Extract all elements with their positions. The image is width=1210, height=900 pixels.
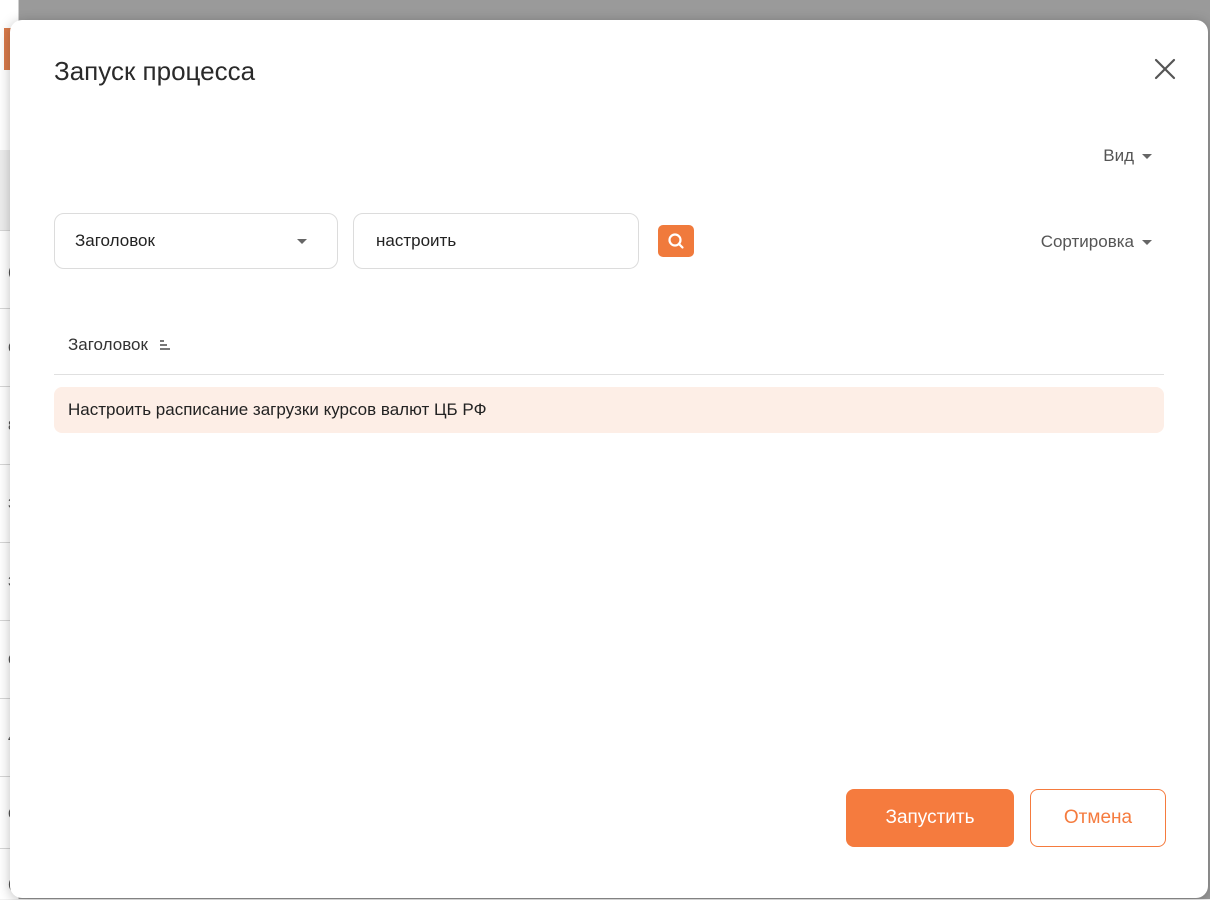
- table-header[interactable]: Заголовок: [54, 316, 1164, 375]
- search-field-value: Заголовок: [75, 231, 155, 250]
- sort-menu-label: Сортировка: [1040, 232, 1134, 251]
- close-button[interactable]: [1150, 54, 1180, 84]
- dialog-title: Запуск процесса: [54, 56, 256, 86]
- view-menu-label: Вид: [1103, 146, 1134, 165]
- process-table: Заголовок Настроить расписание загрузки …: [54, 316, 1164, 433]
- cancel-button[interactable]: Отмена: [1030, 789, 1166, 847]
- search-input[interactable]: [353, 213, 639, 269]
- view-menu[interactable]: Вид: [1103, 146, 1152, 166]
- close-icon: [1154, 58, 1176, 80]
- table-row[interactable]: Настроить расписание загрузки курсов вал…: [54, 387, 1164, 433]
- column-header-title: Заголовок: [68, 335, 148, 354]
- sort-ascending-icon[interactable]: [158, 338, 172, 352]
- start-button[interactable]: Запустить: [846, 789, 1014, 847]
- search-icon: [668, 233, 684, 249]
- caret-down-icon: [1142, 239, 1152, 245]
- caret-down-icon: [297, 239, 307, 244]
- search-button[interactable]: [658, 225, 694, 257]
- sort-menu[interactable]: Сортировка: [1041, 232, 1152, 252]
- row-title: Настроить расписание загрузки курсов вал…: [68, 400, 487, 419]
- search-field-select[interactable]: Заголовок: [54, 213, 338, 269]
- caret-down-icon: [1142, 153, 1152, 159]
- start-process-dialog: Запуск процесса Вид Заголовок Сортировка…: [10, 20, 1208, 898]
